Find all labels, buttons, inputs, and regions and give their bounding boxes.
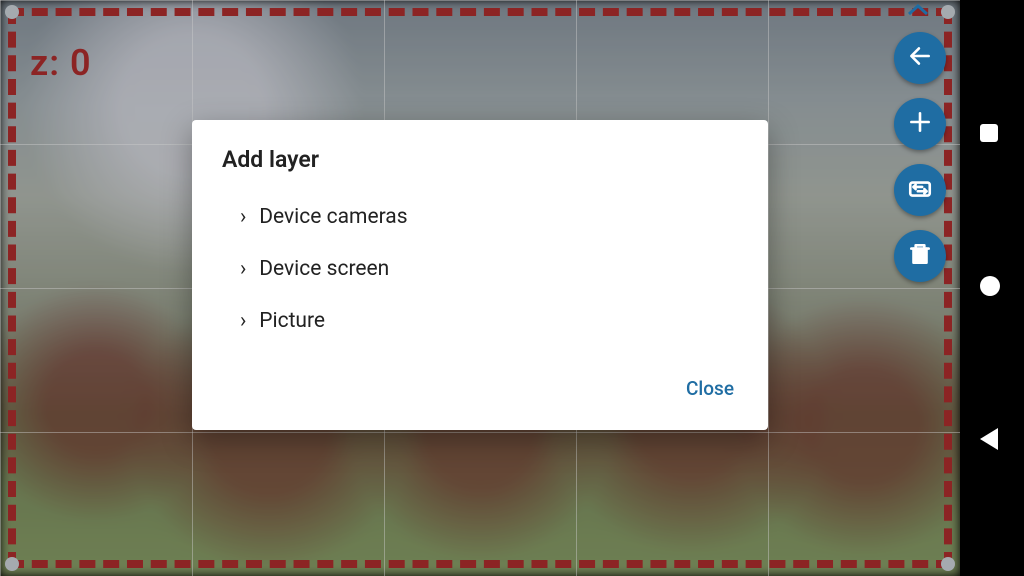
chevron-right-icon: › bbox=[240, 257, 254, 281]
option-label: Device screen bbox=[259, 257, 389, 281]
nav-home-button[interactable] bbox=[980, 276, 1004, 300]
dialog-title: Add layer bbox=[192, 120, 768, 191]
option-label: Device cameras bbox=[259, 205, 407, 229]
device-frame: z: 0 bbox=[0, 0, 1024, 576]
circle-icon bbox=[980, 276, 1000, 296]
chevron-right-icon: › bbox=[240, 205, 254, 229]
chevron-right-icon: › bbox=[240, 309, 254, 333]
plus-icon bbox=[907, 109, 933, 139]
back-button[interactable] bbox=[894, 32, 946, 84]
nav-overview-button[interactable] bbox=[980, 124, 1004, 148]
trash-icon bbox=[907, 241, 933, 271]
dialog-actions: Close bbox=[192, 361, 768, 430]
dialog-option-list: › Device cameras › Device screen › Pictu… bbox=[192, 191, 768, 361]
flip-camera-icon bbox=[907, 175, 933, 205]
triangle-left-icon bbox=[980, 428, 998, 450]
option-device-screen[interactable]: › Device screen bbox=[240, 243, 738, 295]
square-icon bbox=[980, 124, 998, 142]
add-layer-dialog: Add layer › Device cameras › Device scre… bbox=[192, 120, 768, 430]
nav-back-button[interactable] bbox=[980, 428, 1004, 452]
chevron-up-icon[interactable] bbox=[906, 2, 930, 16]
delete-button[interactable] bbox=[894, 230, 946, 282]
option-label: Picture bbox=[259, 309, 325, 333]
fab-column bbox=[894, 32, 946, 282]
option-device-cameras[interactable]: › Device cameras bbox=[240, 191, 738, 243]
arrow-left-icon bbox=[907, 43, 933, 73]
option-picture[interactable]: › Picture bbox=[240, 295, 738, 347]
app-screen: z: 0 bbox=[0, 0, 960, 576]
add-layer-button[interactable] bbox=[894, 98, 946, 150]
close-button[interactable]: Close bbox=[682, 369, 738, 408]
system-nav-bar bbox=[960, 0, 1024, 576]
flip-camera-button[interactable] bbox=[894, 164, 946, 216]
